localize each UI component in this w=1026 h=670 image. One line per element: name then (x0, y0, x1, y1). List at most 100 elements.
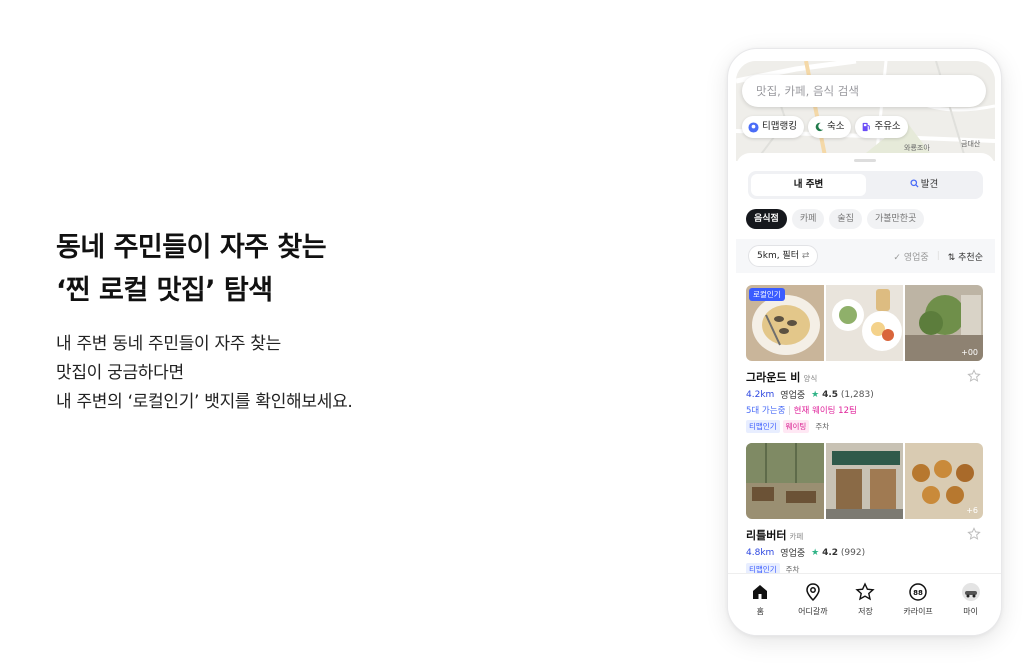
tag-tmap-popular: 티맵인기 (746, 420, 780, 433)
waiting-info: 5대 가는중 | 현재 웨이팅 12팀 (746, 404, 983, 416)
headline-line-1: 동네 주민들이 자주 찾는 (56, 232, 327, 263)
waiting-moving: 5대 가는중 (746, 406, 786, 416)
business-status: 영업중 (780, 391, 806, 401)
chip-label: 숙소 (826, 121, 845, 132)
search-icon (910, 179, 919, 188)
home-icon (753, 585, 768, 599)
desc-line-3: 내 주변의 ‘로컬인기’ 뱃지를 확인해보세요. (56, 392, 353, 412)
open-now-label: 영업중 (903, 252, 929, 263)
category-restaurant[interactable]: 음식점 (746, 209, 787, 229)
desc-line-2: 맛집이 궁금하다면 (56, 363, 184, 383)
local-popular-badge: 로컬인기 (749, 288, 785, 301)
sort-icon: ⇅ (947, 252, 956, 263)
open-now-toggle[interactable]: ✓ 영업중 (893, 250, 928, 263)
category-bar[interactable]: 술집 (829, 209, 862, 229)
filter-label: 5km, 필터 (757, 251, 799, 261)
photo-strip[interactable]: 로컬인기 +00 (746, 285, 983, 361)
bottom-tab-bar: 홈 어디갈까 저장 88 카라이프 마이 (728, 573, 1001, 635)
filter-right: ✓ 영업중 | ⇅ 추천순 (893, 239, 983, 273)
waiting-teams: 현재 웨이팅 12팀 (793, 406, 857, 416)
fuel-icon (863, 122, 871, 132)
desc-line-1: 내 주변 동네 주민들이 자주 찾는 (56, 334, 281, 354)
rating: 4.5 (822, 389, 839, 400)
phone-mockup: 와룡조아 금대산 맛집, 카페, 음식 검색 티맵랭킹 숙소 주유소 내 주변 … (727, 48, 1002, 636)
photo-storefront-image (825, 443, 904, 519)
bookmark-star-icon[interactable] (967, 527, 981, 541)
map-pin-icon (806, 583, 820, 602)
photo-brunch-image (825, 285, 904, 361)
promo-section: 동네 주민들이 자주 찾는 ‘찐 로컬 맛집’ 탐색 내 주변 동네 주민들이 … (56, 226, 616, 417)
chip-gas-station[interactable]: 주유소 (855, 116, 908, 138)
tab-my[interactable]: 마이 (948, 582, 994, 635)
place-tags: 티맵인기 웨이팅 주차 (746, 420, 983, 433)
distance: 4.2km (746, 389, 775, 400)
tag-parking: 주차 (815, 422, 830, 431)
place-title: 리틀버터 카페 (746, 527, 983, 543)
tab-discover[interactable]: 발견 (868, 174, 980, 196)
tab-nearby[interactable]: 내 주변 (751, 174, 866, 196)
place-type: 양식 (803, 374, 818, 383)
photo-pasta: 로컬인기 (746, 285, 824, 361)
tab-carlife[interactable]: 88 카라이프 (895, 582, 941, 635)
more-photos-count: +6 (966, 506, 979, 515)
business-status: 영업중 (780, 549, 806, 559)
tab-saved[interactable]: 저장 (842, 582, 888, 635)
category-cafe[interactable]: 카페 (791, 209, 825, 229)
photo-strip[interactable]: +6 (746, 443, 983, 519)
place-card[interactable]: +6 리틀버터 카페 4.8km 영업중 ★ 4.2 (992) 티맵인기 주차 (746, 443, 983, 576)
photo-interior: +00 (905, 285, 983, 361)
tab-label: 저장 (858, 607, 873, 616)
place-card[interactable]: 로컬인기 +00 그라운드 비 양식 4.2km 영업중 ★ 4.5 (1,28… (746, 285, 983, 433)
divider: | (936, 251, 940, 261)
review-count: (1,283) (840, 389, 874, 400)
tab-label: 마이 (963, 607, 979, 616)
rating-star-icon: ★ (811, 547, 820, 558)
bookmark-star-icon[interactable] (967, 369, 981, 383)
rating-group: ★ 4.2 (992) (811, 548, 865, 558)
sheet-drag-handle[interactable] (854, 159, 876, 162)
photo-storefront (825, 443, 904, 519)
sliders-icon: ⇄ (801, 251, 810, 261)
tab-discover-label: 발견 (920, 179, 939, 190)
more-photos-count: +00 (961, 348, 979, 357)
tab-label: 홈 (756, 607, 764, 616)
place-name: 그라운드 비 (746, 371, 801, 384)
chip-label: 티맵랭킹 (762, 121, 797, 132)
place-name: 리틀버터 (746, 529, 787, 542)
review-count: (992) (840, 547, 866, 558)
place-title: 그라운드 비 양식 (746, 369, 983, 385)
chip-tmap-ranking[interactable]: 티맵랭킹 (742, 116, 804, 138)
tab-home[interactable]: 홈 (737, 582, 783, 635)
photo-dining-room (746, 443, 824, 519)
chip-lodging[interactable]: 숙소 (807, 116, 852, 138)
map-label-1: 와룡조아 (904, 144, 930, 152)
tab-where-to-go[interactable]: 어디갈까 (790, 582, 836, 635)
tag-waiting: 웨이팅 (782, 420, 810, 433)
rating: 4.2 (822, 547, 839, 558)
profile-icon (961, 583, 980, 601)
svg-text:88: 88 (913, 589, 923, 597)
headline-line-2: ‘찐 로컬 맛집’ 탐색 (56, 275, 273, 306)
photo-brunch (825, 285, 904, 361)
search-input[interactable]: 맛집, 카페, 음식 검색 (742, 75, 986, 107)
chip-label: 주유소 (874, 121, 901, 132)
tab-label: 어디갈까 (798, 607, 828, 616)
check-icon: ✓ (893, 252, 901, 263)
place-meta: 4.8km 영업중 ★ 4.2 (992) (746, 546, 983, 560)
place-type: 카페 (789, 532, 804, 541)
promo-description: 내 주변 동네 주민들이 자주 찾는 맛집이 궁금하다면 내 주변의 ‘로컬인기… (56, 330, 616, 417)
photo-dining-room-image (746, 443, 824, 519)
filter-bar: 5km, 필터 ⇄ ✓ 영업중 | ⇅ 추천순 (736, 239, 995, 273)
filter-button[interactable]: 5km, 필터 ⇄ (748, 245, 819, 267)
star-icon (855, 582, 876, 601)
distance: 4.8km (746, 547, 775, 558)
map-label-2: 금대산 (961, 140, 981, 148)
map-chip-row: 티맵랭킹 숙소 주유소 (742, 116, 908, 138)
sort-button[interactable]: ⇅ 추천순 (948, 250, 983, 263)
segment-control: 내 주변 발견 (748, 171, 983, 199)
tab-label: 카라이프 (903, 607, 933, 616)
rating-star-icon: ★ (811, 389, 820, 400)
category-attractions[interactable]: 가볼만한곳 (866, 209, 925, 229)
rating-group: ★ 4.5 (1,283) (811, 390, 874, 400)
category-chips: 음식점 카페 술집 가볼만한곳 (746, 209, 925, 229)
